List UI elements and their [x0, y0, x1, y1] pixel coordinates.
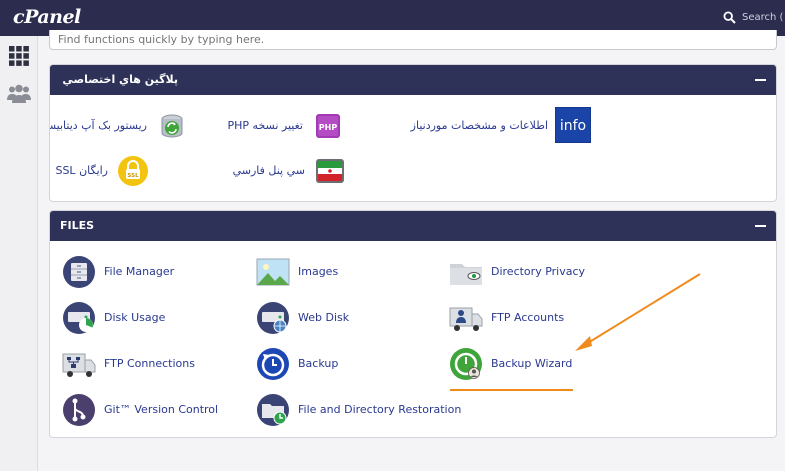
plugin-item-farsi-cpanel[interactable]: سي پنل فارسي — [218, 153, 348, 189]
ftp-accounts-item[interactable]: FTP Accounts — [448, 300, 618, 336]
directory-privacy-item[interactable]: Directory Privacy — [448, 254, 638, 290]
search-icon[interactable] — [723, 11, 736, 24]
files-panel-header[interactable]: FILES — [50, 211, 776, 241]
file-restoration-icon — [257, 394, 289, 426]
item-label: FTP Accounts — [491, 311, 565, 324]
plugin-item-label: ريستور بک آپ ديتابيس — [49, 119, 147, 132]
info-icon: info — [555, 107, 591, 143]
ssl-icon: SSL — [118, 156, 148, 186]
plugin-item-label: اطلاعات و مشخصات موردنیاز — [410, 119, 548, 132]
grid-icon[interactable] — [6, 43, 32, 69]
item-label: FTP Connections — [104, 357, 195, 370]
plugin-item-php[interactable]: PHP PHP تغییر نسخه — [226, 108, 346, 144]
plugin-item-ssl[interactable]: SSL SSL رایگان — [51, 153, 151, 189]
file-manager-icon — [63, 256, 95, 288]
files-panel: FILES File Manager Images Directory Priv… — [49, 210, 777, 438]
item-label: Backup — [298, 357, 339, 370]
item-label: Web Disk — [298, 311, 350, 324]
file-manager-item[interactable]: File Manager — [61, 254, 211, 290]
files-panel-title: FILES — [60, 219, 95, 232]
search-label[interactable]: Search ( / — [742, 12, 785, 23]
sidebar — [0, 36, 38, 471]
item-label: File and Directory Restoration — [298, 403, 462, 416]
quick-search-input[interactable] — [58, 31, 758, 47]
plugin-item-label: PHP تغییر نسخه — [227, 119, 304, 132]
ftp-accounts-icon — [449, 307, 483, 331]
images-icon — [256, 258, 290, 286]
svg-text:SSL: SSL — [127, 173, 139, 179]
item-label: Images — [298, 265, 339, 278]
cpanel-logo[interactable]: cPanel — [13, 6, 81, 28]
web-disk-icon — [257, 302, 289, 334]
git-version-control-item[interactable]: Git™ Version Control — [61, 392, 241, 428]
item-label: Disk Usage — [104, 311, 166, 324]
backup-wizard-item[interactable]: Backup Wizard — [448, 346, 618, 382]
plugins-panel: پلاگین هاي اختصاصي info اطلاعات و مشخصات… — [49, 64, 777, 202]
disk-usage-icon — [63, 302, 95, 334]
item-label: Git™ Version Control — [104, 403, 219, 416]
item-label: File Manager — [104, 265, 175, 278]
ftp-connections-item[interactable]: FTP Connections — [61, 346, 221, 382]
svg-text:info: info — [560, 118, 586, 134]
plugins-panel-header[interactable]: پلاگین هاي اختصاصي — [50, 65, 776, 95]
item-label: Directory Privacy — [491, 265, 586, 278]
svg-text:PHP: PHP — [319, 123, 338, 132]
plugins-panel-title: پلاگین هاي اختصاصي — [62, 73, 178, 86]
iran-flag-icon — [316, 159, 344, 183]
images-item[interactable]: Images — [255, 254, 385, 290]
item-label: Backup Wizard — [491, 357, 573, 370]
web-disk-item[interactable]: Web Disk — [255, 300, 385, 336]
php-icon: PHP — [316, 114, 340, 138]
plugin-item-info[interactable]: info اطلاعات و مشخصات موردنیاز — [391, 107, 591, 144]
disk-usage-item[interactable]: Disk Usage — [61, 300, 211, 336]
git-icon — [63, 394, 95, 426]
backup-icon — [257, 348, 289, 380]
users-icon[interactable] — [6, 81, 32, 107]
db-restore-icon — [161, 114, 183, 138]
backup-item[interactable]: Backup — [255, 346, 375, 382]
plugin-item-label: SSL رایگان — [55, 164, 108, 177]
backup-wizard-icon — [450, 348, 482, 380]
collapse-icon[interactable] — [755, 225, 766, 227]
quick-search-bar — [49, 30, 777, 50]
plugin-item-db-restore[interactable]: ريستور بک آپ ديتابيس — [50, 108, 190, 144]
collapse-icon[interactable] — [755, 79, 766, 81]
plugin-item-label: سي پنل فارسي — [232, 164, 305, 177]
directory-privacy-icon — [450, 264, 482, 285]
ftp-connections-icon — [62, 353, 96, 377]
file-directory-restoration-item[interactable]: File and Directory Restoration — [255, 392, 475, 428]
